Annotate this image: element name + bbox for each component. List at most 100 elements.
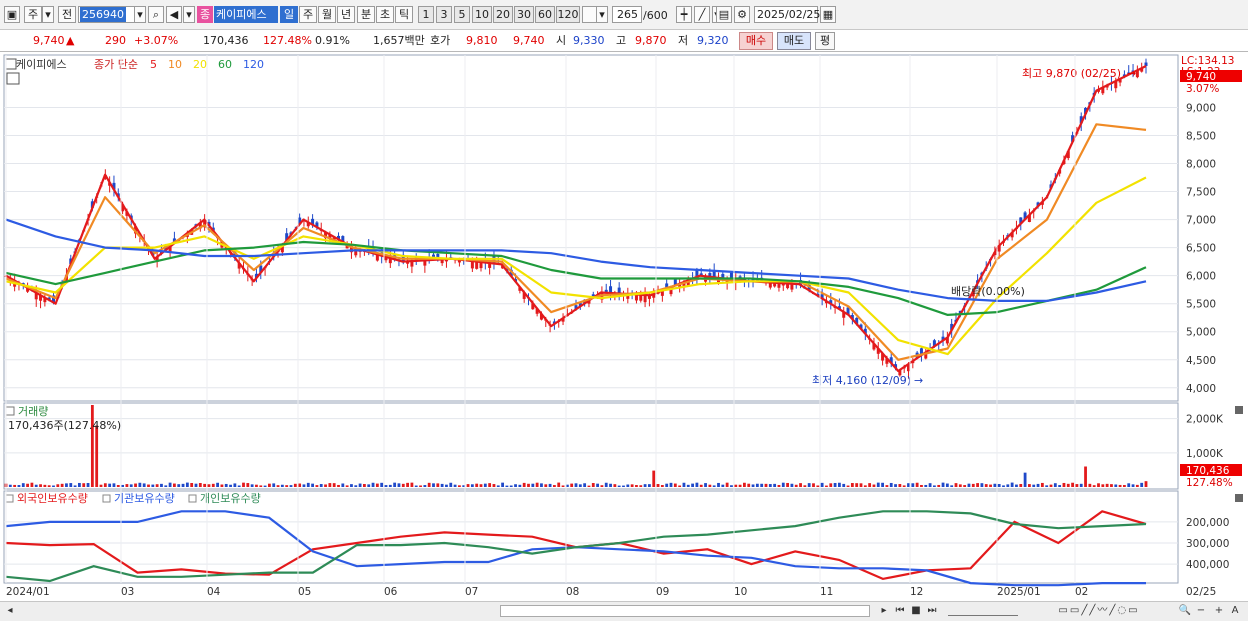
panel-menu-icon[interactable] — [5, 58, 17, 70]
low-annotation: 최저 4,160 (12/09) — [812, 374, 911, 387]
volume-bar — [207, 484, 211, 487]
volume-bar — [483, 483, 487, 487]
scroll-thumb[interactable] — [500, 605, 870, 617]
period-month-tab[interactable]: 월 — [318, 6, 336, 23]
save-icon[interactable]: ▤ — [716, 6, 732, 23]
interval-20-button[interactable]: 20 — [493, 6, 513, 23]
volume-bar — [436, 483, 440, 487]
buy-button[interactable]: 매수 — [739, 32, 773, 50]
period-second-tab[interactable]: 초 — [376, 6, 394, 23]
ma-legend-item: 120 — [243, 58, 264, 71]
scroll-left-icon[interactable]: ◂ — [4, 604, 16, 618]
table-view-icon[interactable] — [6, 72, 20, 85]
volume-bar — [306, 482, 310, 487]
date-input[interactable]: 2025/02/25 — [754, 6, 820, 23]
volume-bar — [993, 483, 997, 487]
draw-tool-icon[interactable]: ╱ — [694, 6, 710, 23]
interval-5-button[interactable]: 5 — [454, 6, 470, 23]
open-label: 시 — [556, 34, 567, 47]
volume-bar — [885, 485, 889, 487]
interval-10-button[interactable]: 10 — [472, 6, 492, 23]
volume-bar — [268, 483, 271, 487]
zoom-out-icon[interactable]: − — [1194, 604, 1208, 618]
search-icon[interactable]: ⌕ — [148, 6, 164, 23]
volume-bar — [108, 483, 112, 487]
interval-3-button[interactable]: 3 — [436, 6, 452, 23]
holdings-legend-marker — [5, 494, 14, 503]
volume-bar — [99, 484, 103, 487]
candle-type-icon[interactable]: ┿ — [676, 6, 692, 23]
interval-60-button[interactable]: 60 — [535, 6, 555, 23]
volume-bar — [112, 483, 116, 487]
zoom-icon[interactable]: 🔍 — [1178, 604, 1192, 618]
stock-chart[interactable]: 케이피에스 종가 단순 5 10 20 60 120 최고 9,870 (02/25) … — [0, 53, 1248, 601]
stock-code-input[interactable]: 256940 — [78, 6, 136, 23]
text-tool-icon[interactable]: A — [1228, 604, 1242, 618]
zoom-in-icon[interactable]: + — [1212, 604, 1226, 618]
x-axis-label: 12 — [910, 586, 923, 598]
market-select[interactable]: 주 — [24, 6, 42, 23]
volume-current-pct: 127.48% — [1186, 477, 1233, 489]
settings-gear-icon[interactable]: ⚙ — [734, 6, 750, 23]
interval-30-button[interactable]: 30 — [514, 6, 534, 23]
volume-panel-menu-icon[interactable] — [5, 406, 15, 416]
volume-bar — [181, 483, 185, 487]
stock-name-field[interactable]: 케이피에스 — [214, 6, 278, 23]
volume-bar — [704, 483, 707, 487]
volume-bar — [660, 485, 664, 487]
custom-interval-dropdown-icon[interactable]: ▾ — [596, 6, 608, 23]
volume-bar — [518, 484, 522, 487]
volume-bar — [220, 484, 224, 487]
holdings-panel-close-icon[interactable] — [1235, 494, 1243, 502]
period-day-tab[interactable]: 일 — [280, 6, 298, 23]
sell-button[interactable]: 매도 — [777, 32, 811, 50]
eval-button[interactable]: 평 — [815, 32, 835, 50]
stop-icon[interactable]: ■ — [909, 604, 923, 618]
volume-bar — [920, 484, 923, 487]
last-page-icon[interactable]: ⏭ — [925, 604, 939, 618]
drawing-tools-icon[interactable]: ▭▭╱╱〰╱◌▭ — [1024, 604, 1174, 618]
volume-bar — [807, 483, 811, 487]
interval-5-label: 5 — [458, 8, 466, 21]
volume-panel-close-icon[interactable] — [1235, 406, 1243, 414]
period-minute-tab[interactable]: 분 — [357, 6, 375, 23]
bid-price-1: 9,810 — [466, 34, 498, 47]
period-week-label: 주 — [302, 8, 314, 21]
interval-120-button[interactable]: 120 — [556, 6, 580, 23]
market-dropdown-icon[interactable]: ▾ — [42, 6, 54, 23]
calendar-icon[interactable]: ▦ — [820, 6, 836, 23]
period-year-tab[interactable]: 년 — [337, 6, 355, 23]
period-tick-tab[interactable]: 틱 — [395, 6, 413, 23]
volume-bar — [1023, 472, 1027, 487]
x-axis-label: 06 — [384, 586, 398, 598]
x-axis-label: 08 — [566, 586, 579, 598]
volume-bar — [764, 483, 768, 487]
volume-bar — [1045, 485, 1049, 487]
period-tick-label: 틱 — [398, 8, 410, 21]
volume-bar — [725, 482, 729, 487]
jeon-button[interactable]: 전 — [58, 6, 76, 23]
volume-bar — [928, 483, 932, 487]
volume-bar — [173, 483, 176, 487]
first-page-icon[interactable]: ⏮ — [893, 604, 907, 618]
volume-bar — [678, 485, 682, 487]
volume-bar — [86, 483, 90, 487]
scroll-right-icon[interactable]: ▸ — [878, 604, 890, 618]
volume-bar — [95, 425, 99, 487]
volume-bar — [989, 484, 992, 487]
stock-code-dropdown-icon[interactable]: ▾ — [134, 6, 146, 23]
volume-bar — [1028, 484, 1031, 487]
holdings-axis-ticks: 400,000 300,000 200,000 — [1186, 517, 1229, 571]
zoom-slider[interactable] — [948, 607, 1018, 616]
volume-bar — [233, 483, 237, 487]
volume-bar — [613, 484, 617, 487]
count-input[interactable]: 265 — [612, 6, 642, 23]
volume-bar — [332, 483, 336, 487]
volume-bar — [1097, 483, 1100, 487]
speaker-dropdown-icon[interactable]: ▾ — [183, 6, 195, 23]
period-week-tab[interactable]: 주 — [299, 6, 317, 23]
volume-bar — [479, 484, 483, 487]
interval-1-button[interactable]: 1 — [418, 6, 434, 23]
window-menu-icon[interactable]: ▣ — [4, 6, 20, 23]
speaker-icon[interactable]: ◀ — [166, 6, 182, 23]
